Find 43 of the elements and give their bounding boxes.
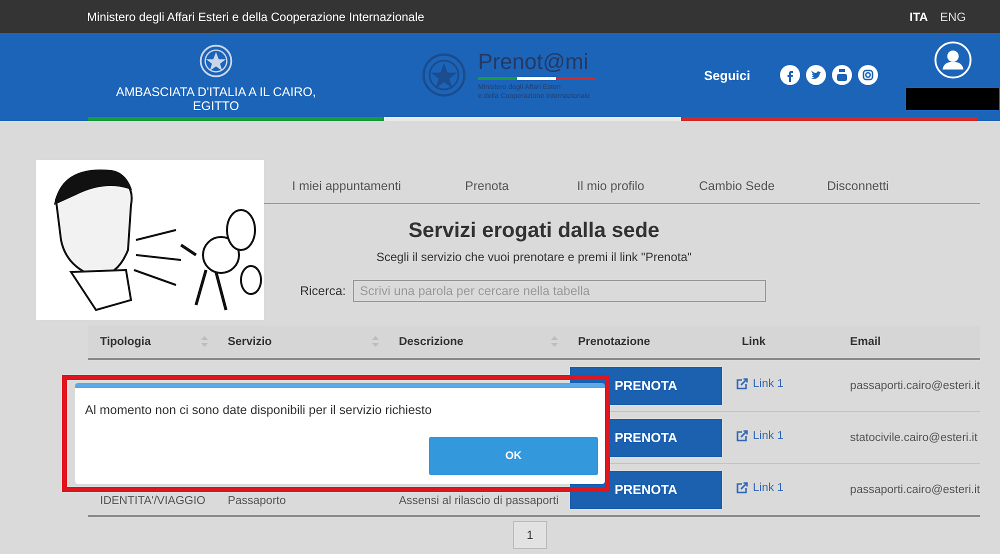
table-cell-text: Passaporto xyxy=(228,494,287,506)
nav-link[interactable]: Prenota xyxy=(437,179,549,193)
emblem-icon xyxy=(198,43,234,79)
table-cell: passaporti.cairo@esteri.it xyxy=(850,484,980,496)
language-link[interactable]: ITA xyxy=(910,10,928,24)
table-link[interactable]: Link 1 xyxy=(736,430,784,442)
avatar-icon[interactable] xyxy=(934,40,972,78)
dialog-message: Al momento non ci sono date disponibili per il servizio richiesto xyxy=(85,403,432,417)
follow-label: Seguici xyxy=(704,68,750,82)
language-link[interactable]: ENG xyxy=(940,10,966,24)
table-cell: statocivile.cairo@esteri.it xyxy=(850,432,978,444)
search-field[interactable]: Scrivi una parola per cercare nella tabella xyxy=(352,280,766,302)
video-icon[interactable] xyxy=(832,65,852,85)
column-header[interactable]: Servizio xyxy=(216,326,387,359)
table-cell-text: IDENTITA'/VIAGGIO xyxy=(100,494,206,506)
page-subtitle: Scegli il servizio che vuoi prenotare e premi il link "Prenota" xyxy=(375,250,693,264)
embassy-name: AMBASCIATA D'ITALIA A IL CAIRO, EGITTO xyxy=(116,85,316,113)
nav-link[interactable]: Cambio Sede xyxy=(671,179,799,193)
external-link-icon xyxy=(736,482,748,494)
ministry-name: Ministero degli Affari Esteri e della Cooperazione Internazionale xyxy=(87,10,424,24)
column-header: Prenotazione xyxy=(566,326,724,359)
page-title: Servizi erogati dalla sede xyxy=(408,219,660,243)
column-header[interactable]: Descrizione xyxy=(386,326,566,359)
bird-icon[interactable] xyxy=(806,65,826,85)
logo-name: Prenot@mi xyxy=(478,50,590,74)
column-header: Link xyxy=(724,326,838,359)
page-button[interactable]: 1 xyxy=(513,521,547,549)
nav-link[interactable]: Disconnetti xyxy=(799,179,944,193)
column-header: Email xyxy=(838,326,980,359)
emblem-icon xyxy=(420,51,468,99)
external-link-icon xyxy=(736,378,748,390)
external-link-icon xyxy=(736,430,748,442)
camera-icon[interactable] xyxy=(858,65,878,85)
ok-button[interactable]: OK xyxy=(429,437,598,475)
nav-link[interactable]: I miei appuntamenti xyxy=(264,179,437,193)
table-link[interactable]: Link 1 xyxy=(736,482,784,494)
table-cell-text: Assensi al rilascio di passaporti xyxy=(398,494,560,506)
table-cell: passaporti.cairo@esteri.it xyxy=(850,380,980,392)
search-label: Ricerca: xyxy=(300,284,346,298)
facebook-icon[interactable] xyxy=(780,65,800,85)
column-header[interactable]: Tipologia xyxy=(88,326,216,359)
nav-link[interactable]: Il mio profilo xyxy=(549,179,671,193)
table-link[interactable]: Link 1 xyxy=(736,378,784,390)
